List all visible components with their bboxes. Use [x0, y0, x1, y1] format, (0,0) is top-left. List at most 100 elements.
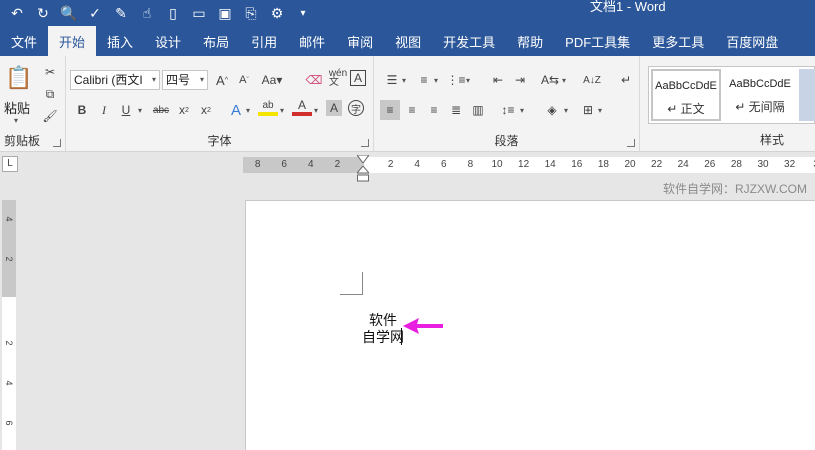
tab-6[interactable]: 邮件 [288, 26, 336, 56]
vruler-tick: 2 [4, 256, 14, 262]
tab-selector[interactable]: L [2, 156, 18, 172]
borders-icon[interactable]: ⊞ [578, 100, 598, 120]
tab-7[interactable]: 审阅 [336, 26, 384, 56]
shading-dropdown-icon[interactable]: ▾ [564, 106, 568, 115]
edit-icon[interactable]: ✎ [110, 2, 132, 24]
style-no-spacing[interactable]: AaBbCcDdE ↵ 无间隔 [725, 69, 795, 121]
ruler-tick-right: 6 [441, 159, 447, 170]
clipboard-launcher-icon[interactable] [53, 139, 61, 147]
subscript-icon[interactable]: x2 [174, 100, 194, 120]
font-launcher-icon[interactable] [361, 139, 369, 147]
superscript-icon[interactable]: x2 [196, 100, 216, 120]
underline-icon[interactable]: U [116, 100, 136, 120]
numbering-icon[interactable]: ≡ [414, 70, 434, 90]
tab-10[interactable]: 帮助 [506, 26, 554, 56]
touch-mode-icon[interactable]: ☝ [136, 2, 158, 24]
tab-9[interactable]: 开发工具 [432, 26, 506, 56]
chinese-layout-dropdown-icon[interactable]: ▾ [562, 76, 566, 85]
decrease-indent-icon[interactable]: ⇤ [488, 70, 508, 90]
new-document-icon[interactable]: ▯ [162, 2, 184, 24]
print-preview-icon[interactable]: 🔍 [58, 2, 80, 24]
sort-icon[interactable]: A↓Z [582, 70, 602, 90]
style-heading-partial[interactable] [799, 69, 815, 121]
increase-indent-icon[interactable]: ⇥ [510, 70, 530, 90]
align-center-icon[interactable]: ≡ [402, 100, 422, 120]
ruler-tick-right: 14 [544, 159, 556, 170]
font-name-select[interactable]: Calibri (西文I ▾ [70, 70, 160, 90]
vruler-tick: 2 [4, 340, 14, 346]
strikethrough-icon[interactable]: abc [150, 100, 172, 120]
grow-font-icon[interactable]: A ^ [212, 70, 232, 90]
paste-button-label[interactable]: 粘贴 [4, 98, 30, 117]
phonetic-guide-icon[interactable]: wén 文 [328, 68, 348, 88]
bold-icon[interactable]: B [72, 100, 92, 120]
document-page[interactable] [245, 200, 815, 450]
align-left-icon[interactable]: ≡ [380, 100, 400, 120]
undo-icon[interactable]: ↶ [6, 2, 28, 24]
ruler-tick-right: 4 [414, 159, 420, 170]
ruler-tick-right: 20 [624, 159, 636, 170]
highlight-icon[interactable]: ab [258, 98, 278, 116]
numbering-dropdown-icon[interactable]: ▾ [434, 76, 438, 85]
font-color-dropdown-icon[interactable]: ▾ [314, 106, 318, 115]
underline-dropdown-icon[interactable]: ▾ [138, 106, 142, 115]
show-marks-icon[interactable]: ↵ [616, 70, 636, 90]
hanging-indent-marker[interactable] [357, 166, 369, 182]
tab-2[interactable]: 插入 [96, 26, 144, 56]
clear-formatting-icon[interactable]: ⌫ [304, 70, 324, 90]
first-line-indent-marker[interactable] [357, 155, 369, 163]
tab-8[interactable]: 视图 [384, 26, 432, 56]
tab-1[interactable]: 开始 [48, 26, 97, 56]
change-case-icon[interactable]: Aa▾ [258, 70, 286, 90]
font-size-select[interactable]: 四号 ▾ [162, 70, 208, 90]
settings-icon[interactable]: ⚙ [266, 2, 288, 24]
tab-0[interactable]: 文件 [0, 26, 48, 56]
redo-icon[interactable]: ↻ [32, 2, 54, 24]
paste-dropdown-icon[interactable]: ▾ [14, 116, 18, 125]
document-line-2[interactable]: 自学网 [362, 327, 404, 347]
align-right-icon[interactable]: ≡ [424, 100, 444, 120]
tab-3[interactable]: 设计 [144, 26, 192, 56]
line-spacing-dropdown-icon[interactable]: ▾ [520, 106, 524, 115]
shrink-font-icon[interactable]: Aˇ [234, 70, 254, 90]
save-icon[interactable]: ▣ [214, 2, 236, 24]
chinese-layout-icon[interactable]: A⇆ [540, 70, 560, 90]
bullets-icon[interactable]: ☰ [382, 70, 402, 90]
font-group: Calibri (西文I ▾ 四号 ▾ A ^ Aˇ Aa▾ ⌫ wén 文 A B I… [66, 56, 374, 152]
format-painter-icon[interactable]: 🖌 [40, 106, 60, 126]
italic-icon[interactable]: I [94, 100, 114, 120]
spelling-icon[interactable]: ✓ [84, 2, 106, 24]
style-normal[interactable]: AaBbCcDdE ↵ 正文 [651, 69, 721, 121]
shading-icon[interactable]: ◈ [542, 100, 562, 120]
text-effects-icon[interactable]: A [226, 100, 246, 120]
character-border-icon[interactable]: A [350, 70, 366, 86]
character-shading-icon[interactable]: A [326, 100, 342, 116]
line-spacing-icon[interactable]: ↕≡ [498, 100, 518, 120]
justify-icon[interactable]: ≣ [446, 100, 466, 120]
vruler-tick: 6 [4, 420, 14, 426]
multilevel-dropdown-icon[interactable]: ▾ [466, 76, 470, 85]
bullets-dropdown-icon[interactable]: ▾ [402, 76, 406, 85]
text-effects-dropdown-icon[interactable]: ▾ [246, 106, 250, 115]
enclose-characters-icon[interactable]: 字 [348, 100, 364, 116]
tab-11[interactable]: PDF工具集 [554, 26, 641, 56]
tab-12[interactable]: 更多工具 [641, 26, 715, 56]
borders-dropdown-icon[interactable]: ▾ [598, 106, 602, 115]
font-color-icon[interactable]: A [292, 98, 312, 116]
tab-4[interactable]: 布局 [192, 26, 240, 56]
horizontal-ruler[interactable]: 864224681012141618202224262830323 [243, 157, 815, 173]
open-folder-icon[interactable]: ▭ [188, 2, 210, 24]
vertical-ruler[interactable]: 4 2 2 4 6 [2, 200, 16, 450]
style-no-spacing-sample: AaBbCcDdE [729, 78, 791, 90]
distributed-icon[interactable]: ▥ [468, 100, 488, 120]
copy-icon[interactable]: ⧉ [40, 84, 60, 104]
customize-qat-icon[interactable]: ▾ [292, 2, 314, 24]
tab-5[interactable]: 引用 [240, 26, 288, 56]
tab-13[interactable]: 百度网盘 [715, 26, 789, 56]
highlight-dropdown-icon[interactable]: ▾ [280, 106, 284, 115]
paste-icon[interactable]: 📋 [5, 64, 32, 92]
multilevel-list-icon[interactable]: ⋮≡ [446, 70, 466, 90]
attach-icon[interactable]: ⎘ [240, 2, 262, 24]
cut-icon[interactable]: ✂ [40, 62, 60, 82]
paragraph-launcher-icon[interactable] [627, 139, 635, 147]
